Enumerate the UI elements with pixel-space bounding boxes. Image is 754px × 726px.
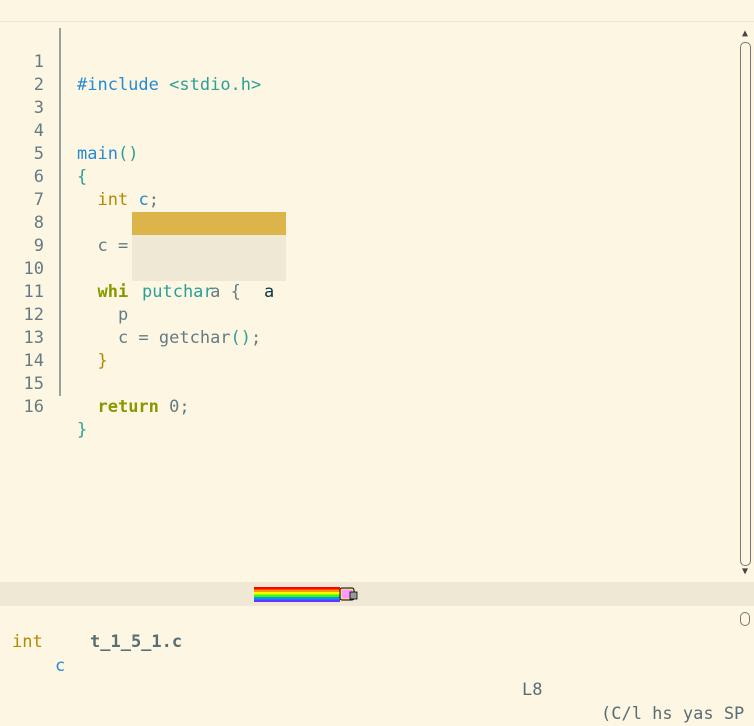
code-editor[interactable]: 1 #include <stdio.h> 2 3 4 main() 5 { 6 … bbox=[0, 28, 736, 578]
code-line-3[interactable]: 3 bbox=[0, 74, 736, 118]
scrollbar-thumb[interactable] bbox=[740, 42, 751, 566]
code-line-10[interactable]: 10 whi a { bbox=[0, 235, 736, 302]
echo-type: int bbox=[12, 632, 43, 652]
major-mode[interactable]: (C/l hs yas SP bbox=[601, 702, 744, 726]
code-line-7[interactable]: 7 bbox=[0, 166, 736, 210]
completion-popup: pr a packed a putchar bbox=[132, 212, 286, 302]
completion-item[interactable]: packed a bbox=[132, 235, 286, 302]
code-line-9[interactable]: 9 bbox=[0, 212, 736, 256]
code-line-16[interactable]: 16 } bbox=[0, 373, 736, 440]
code-line-12[interactable]: 12 c = getchar(); bbox=[0, 281, 736, 348]
scroll-down-icon[interactable]: ▼ bbox=[739, 566, 751, 578]
vertical-scrollbar[interactable]: ▲ ▼ bbox=[738, 28, 752, 580]
code-line-15[interactable]: 15 return 0; bbox=[0, 350, 736, 417]
scroll-up-icon[interactable]: ▲ bbox=[739, 28, 751, 40]
completion-item[interactable]: putchar bbox=[132, 258, 286, 302]
code-line-1[interactable]: 1 #include <stdio.h> bbox=[0, 28, 736, 95]
code-line-14[interactable]: 14 bbox=[0, 327, 736, 371]
echo-area: int c bbox=[0, 606, 754, 676]
minibuffer-scroll-icon[interactable] bbox=[740, 612, 750, 626]
code-line-2[interactable]: 2 bbox=[0, 51, 736, 95]
buffer-filename[interactable]: t_1_5_1.c bbox=[90, 630, 182, 654]
line-number: 16 bbox=[23, 397, 44, 417]
mode-line: -:**- t_1_5_1.c L8 (C/l hs yas SP bbox=[0, 582, 754, 724]
nyan-cat-position-icon[interactable] bbox=[254, 587, 358, 602]
completion-text: putchar bbox=[142, 282, 214, 302]
code-line-13[interactable]: 13 } bbox=[0, 304, 736, 371]
line-indicator: L8 bbox=[522, 680, 543, 700]
completion-item-selected[interactable]: pr a bbox=[132, 212, 286, 279]
window-top-strip bbox=[0, 0, 754, 22]
close-brace: } bbox=[77, 420, 88, 440]
echo-var: c bbox=[55, 656, 66, 676]
code-line-8[interactable]: 8 c = p bbox=[0, 189, 736, 256]
code-line-11[interactable]: 11 p bbox=[0, 258, 736, 325]
code-line-4[interactable]: 4 main() bbox=[0, 97, 736, 164]
code-line-5[interactable]: 5 { bbox=[0, 120, 736, 187]
code-line-6[interactable]: 6 int c; bbox=[0, 143, 736, 210]
return-value: 0; bbox=[158, 397, 190, 417]
return-keyword: return bbox=[97, 397, 159, 417]
completion-annotation: a bbox=[264, 282, 275, 302]
